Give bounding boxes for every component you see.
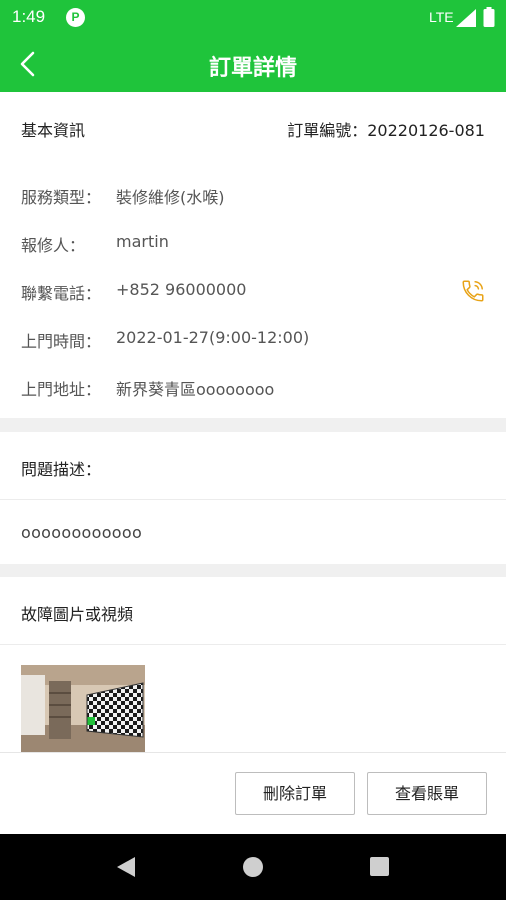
room-photo-image: [21, 665, 145, 752]
notification-icon: P: [66, 8, 85, 27]
info-value: martin: [116, 232, 169, 251]
info-label: 聯繫電話：: [21, 284, 102, 303]
info-row-reporter: 報修人： martin: [21, 232, 491, 256]
info-label: 服務類型：: [21, 188, 102, 207]
delete-order-button[interactable]: 刪除訂單: [235, 772, 355, 815]
info-value: 新界葵青區oooooooo: [116, 380, 275, 399]
divider: [0, 644, 506, 645]
basic-info-label: 基本資訊: [21, 121, 86, 140]
system-nav-bar: [0, 834, 506, 900]
info-row-address: 上門地址： 新界葵青區oooooooo: [21, 376, 491, 400]
basic-info-section: 基本資訊 訂單編號：20220126-081 服務類型： 裝修維修(水喉) 報修…: [0, 92, 506, 418]
nav-recent-apps-icon[interactable]: [370, 857, 389, 876]
status-bar: 1:49 P LTE: [0, 0, 506, 36]
info-value: +852 96000000: [116, 280, 247, 299]
fault-photo-thumbnail[interactable]: [21, 665, 145, 752]
status-time: 1:49: [12, 7, 46, 26]
action-footer: 刪除訂單 查看賬單: [0, 752, 506, 834]
problem-text: oooooooooooo: [21, 523, 143, 542]
network-type: LTE: [429, 9, 454, 25]
info-row-service-type: 服務類型： 裝修維修(水喉): [21, 184, 491, 208]
view-bill-button[interactable]: 查看賬單: [367, 772, 487, 815]
divider: [0, 499, 506, 500]
page-title: 訂單詳情: [208, 56, 297, 81]
info-label: 報修人：: [21, 236, 86, 255]
problem-section: 問題描述： oooooooooooo: [0, 432, 506, 564]
battery-icon: [483, 7, 495, 27]
app-bar: 訂單詳情: [0, 36, 506, 92]
media-title: 故障圖片或視頻: [21, 605, 134, 624]
order-number: 訂單編號：20220126-081: [287, 121, 485, 140]
info-value: 2022-01-27(9:00-12:00): [116, 328, 310, 347]
problem-title: 問題描述：: [21, 460, 102, 479]
signal-icon: [456, 9, 476, 27]
info-label: 上門時間：: [21, 332, 102, 351]
media-section: 故障圖片或視頻: [0, 577, 506, 752]
basic-info-header: 基本資訊 訂單編號：20220126-081: [0, 92, 506, 160]
info-row-visit-time: 上門時間： 2022-01-27(9:00-12:00): [21, 328, 491, 352]
info-row-phone: 聯繫電話： +852 96000000: [21, 280, 491, 304]
phone-icon[interactable]: [460, 278, 486, 304]
nav-back-icon[interactable]: [116, 856, 136, 878]
info-value: 裝修維修(水喉): [116, 188, 225, 207]
info-label: 上門地址：: [21, 380, 102, 399]
nav-home-icon[interactable]: [243, 857, 263, 877]
